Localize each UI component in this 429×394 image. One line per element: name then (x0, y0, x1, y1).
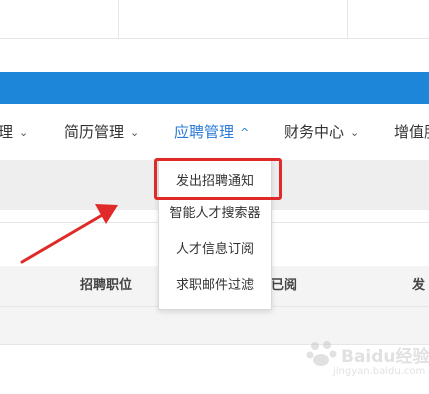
divider (347, 0, 348, 38)
main-nav: 理⌄ 简历管理⌄ 应聘管理^ 财务中心⌄ 增值服 (0, 104, 429, 160)
nav-item-resume-management[interactable]: 简历管理 ⌄ (64, 104, 139, 160)
top-toolbar-strip (0, 0, 429, 39)
divider (118, 0, 119, 38)
column-header-position: 招聘职位 (80, 278, 133, 293)
watermark-url: jingyan.baidu.com (333, 366, 426, 377)
nav-item-label: 简历管理 (64, 123, 125, 141)
chevron-down-icon: ⌄ (350, 126, 360, 139)
chevron-down-icon: ⌄ (130, 126, 140, 139)
watermark-text: Baidu经验 (341, 347, 429, 367)
paw-icon (306, 341, 337, 366)
nav-item-label: 增值服 (394, 123, 429, 141)
nav-item-manage[interactable]: 理 ⌄ (0, 104, 28, 160)
nav-item-application-management[interactable]: 应聘管理 ^ (174, 104, 249, 160)
menu-item-talent-subscription[interactable]: 人才信息订阅 (159, 235, 271, 265)
nav-item-label: 财务中心 (284, 123, 345, 141)
highlight-annotation (154, 158, 282, 200)
nav-item-finance-center[interactable]: 财务中心 ⌄ (284, 104, 359, 160)
chevron-down-icon: ⌄ (19, 126, 29, 139)
chevron-up-icon: ^ (240, 126, 250, 139)
menu-item-email-filter[interactable]: 求职邮件过滤 (159, 271, 271, 301)
nav-item-value-added[interactable]: 增值服 (394, 104, 429, 160)
header-bar (0, 72, 429, 104)
menu-item-talent-search[interactable]: 智能人才搜索器 (159, 199, 271, 229)
nav-item-label: 应聘管理 (174, 123, 235, 141)
column-header-sent: 发 (412, 278, 426, 293)
watermark-logo: Baidu经验 jingyan.baidu.com (305, 330, 429, 386)
nav-item-label: 理 (0, 123, 14, 141)
